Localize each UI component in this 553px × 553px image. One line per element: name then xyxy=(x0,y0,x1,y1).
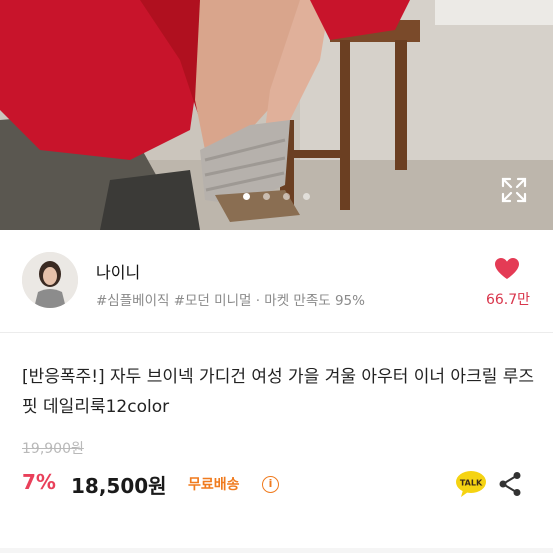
free-shipping-badge: 무료배송 xyxy=(188,477,240,493)
talk-label: TALK xyxy=(460,479,483,488)
seller-tags: #심플베이직 #모던 미니멀 · 마켓 만족도 95% xyxy=(96,293,365,309)
avatar-image xyxy=(22,252,78,308)
product-title: [반응폭주!] 자두 브이넥 가디건 여성 가을 겨울 아우터 이너 아크릴 루… xyxy=(22,367,535,417)
seller-avatar[interactable] xyxy=(22,252,78,308)
heart-icon[interactable] xyxy=(494,257,520,281)
carousel-dot[interactable] xyxy=(283,193,290,200)
carousel-dot[interactable] xyxy=(263,193,270,200)
original-price: 19,900원 xyxy=(22,441,84,457)
carousel-dot[interactable] xyxy=(303,193,310,200)
carousel-dot[interactable] xyxy=(243,193,250,200)
section-divider xyxy=(0,332,553,333)
seller-info[interactable]: 나이니 #심플베이직 #모던 미니멀 · 마켓 만족도 95% 66.7만 xyxy=(0,230,553,332)
share-icon[interactable] xyxy=(498,471,522,497)
section-divider-bottom xyxy=(0,548,553,553)
carousel-indicators xyxy=(0,193,553,203)
discount-rate: 7% xyxy=(22,470,56,494)
like-count: 66.7만 xyxy=(485,292,531,308)
sale-price: 18,500원 xyxy=(71,474,167,498)
talk-icon[interactable]: TALK xyxy=(455,470,487,498)
info-icon[interactable]: i xyxy=(262,476,279,493)
product-image-carousel[interactable] xyxy=(0,0,553,230)
expand-icon[interactable] xyxy=(500,176,528,204)
seller-name[interactable]: 나이니 xyxy=(96,259,140,283)
